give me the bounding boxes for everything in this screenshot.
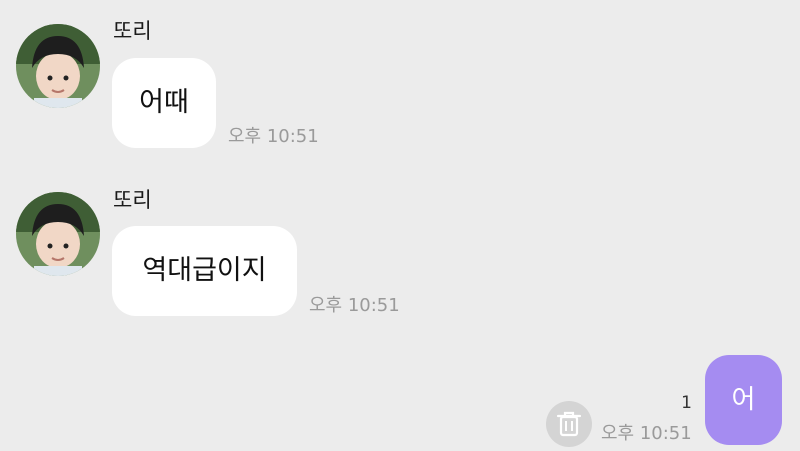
message-time: 오후 10:51 xyxy=(228,126,319,147)
sender-name: 또리 xyxy=(113,188,152,212)
sender-name: 또리 xyxy=(113,19,152,43)
my-message-bubble[interactable]: 어 xyxy=(705,355,782,445)
sender-avatar[interactable] xyxy=(16,24,100,108)
message-bubble[interactable]: 어때 xyxy=(112,58,216,148)
trash-icon xyxy=(556,411,582,437)
message-time: 오후 10:51 xyxy=(309,295,400,316)
message-bubble[interactable]: 역대급이지 xyxy=(112,226,297,316)
sender-avatar[interactable] xyxy=(16,192,100,276)
unread-count: 1 xyxy=(681,393,692,413)
delete-button[interactable] xyxy=(546,401,592,447)
message-time: 오후 10:51 xyxy=(601,423,692,444)
